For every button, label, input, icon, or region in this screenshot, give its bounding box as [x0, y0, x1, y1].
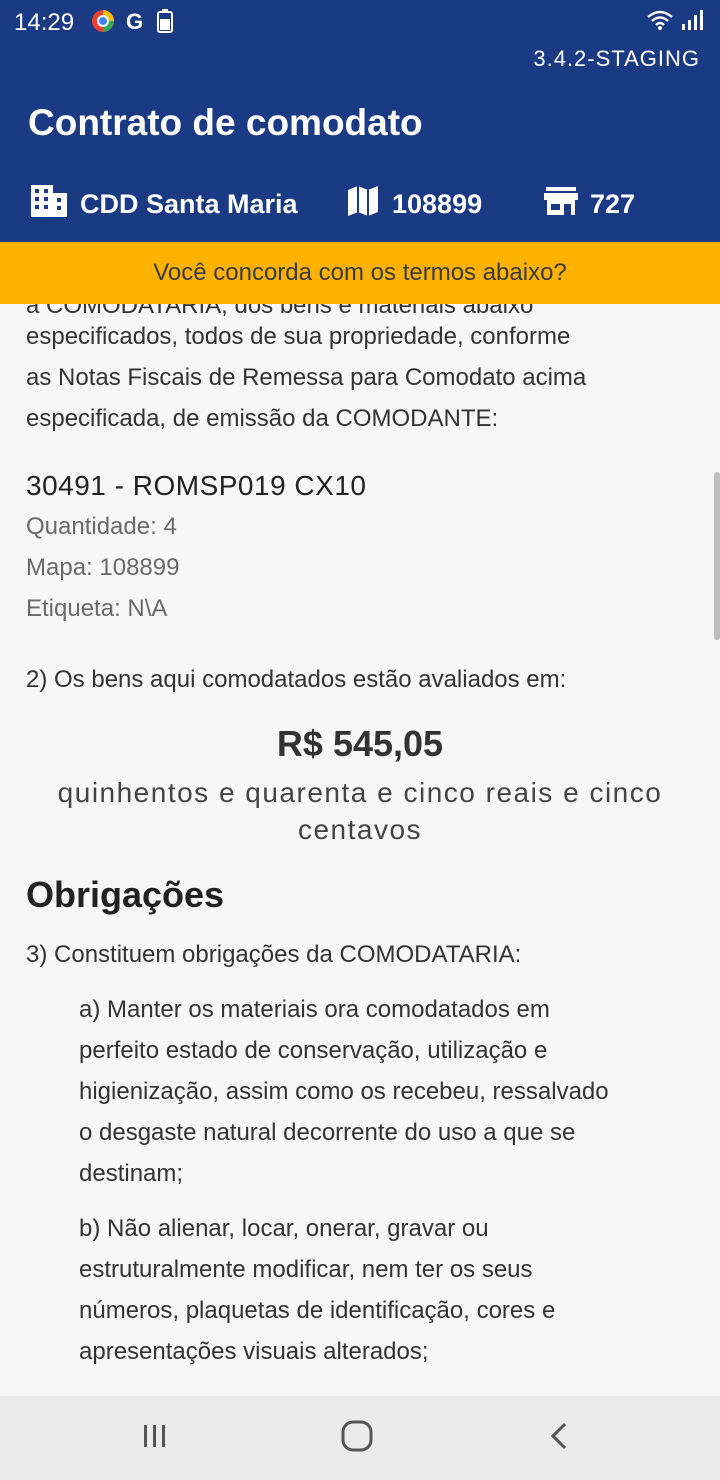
- item-map: Mapa: 108899: [26, 554, 180, 581]
- contract-scroll-area[interactable]: a COMODATARIA, dos bens e materiais abai…: [0, 304, 720, 1396]
- recent-apps-button[interactable]: [125, 1416, 185, 1460]
- sub-a-line-2: perfeito estado de conservação, utilizaç…: [79, 1037, 548, 1064]
- status-icons-left: G: [90, 8, 174, 39]
- google-icon: G: [124, 9, 148, 38]
- price-words-1: quinhentos e quarenta e cinco reais e ci…: [57, 777, 663, 808]
- price-value: R$ 545,05: [276, 723, 444, 764]
- item-title: 30491 - ROMSP019 CX10: [26, 470, 367, 501]
- home-button[interactable]: [327, 1416, 387, 1460]
- location-info: CDD Santa Maria: [30, 180, 298, 228]
- map-info: 108899: [346, 180, 482, 228]
- map-number: 108899: [392, 188, 483, 219]
- sub-a-line-5: destinam;: [79, 1160, 184, 1187]
- terms-question-banner: Você concorda com os termos abaixo?: [0, 242, 720, 304]
- intro-line-2: as Notas Fiscais de Remessa para Comodat…: [26, 364, 587, 391]
- clause-2: 2) Os bens aqui comodatados estão avalia…: [26, 666, 567, 693]
- intro-line-3: especificada, de emissão da COMODANTE:: [26, 405, 499, 432]
- header-info-row: CDD Santa Maria 108899 727: [0, 180, 720, 228]
- item-label: Etiqueta: N\A: [26, 595, 168, 622]
- sub-a-line-3: higienização, assim como os recebeu, res…: [79, 1078, 609, 1105]
- sub-b-line-4: apresentações visuais alterados;: [79, 1338, 429, 1365]
- map-icon: [346, 184, 380, 225]
- recent-apps-icon: [140, 1422, 170, 1455]
- store-info: 727: [544, 180, 635, 228]
- sub-b-line-1: b) Não alienar, locar, onerar, gravar ou: [79, 1215, 489, 1242]
- wifi-icon: [646, 9, 674, 36]
- sub-b-line-2: estruturalmente modificar, nem ter os se…: [79, 1256, 533, 1283]
- back-icon: [547, 1421, 571, 1456]
- scrollbar[interactable]: [714, 472, 720, 640]
- home-icon: [340, 1419, 374, 1458]
- sub-a-line-1: a) Manter os materiais ora comodatados e…: [79, 996, 550, 1023]
- section-title-obligations: Obrigações: [26, 874, 225, 915]
- app-header: 14:29 G 3.4.2-STAGING Contrato de comoda…: [0, 0, 720, 242]
- status-time: 14:29: [14, 9, 75, 36]
- store-number: 727: [590, 188, 636, 219]
- battery-saver-icon: [156, 9, 174, 38]
- intro-line-1: especificados, todos de sua propriedade,…: [26, 323, 571, 350]
- building-icon: [30, 184, 68, 225]
- price-words-2: centavos: [297, 814, 423, 845]
- sub-b-line-3: números, plaquetas de identificação, cor…: [79, 1297, 556, 1324]
- status-icons-right: [646, 9, 706, 36]
- back-button[interactable]: [529, 1416, 589, 1460]
- store-icon: [544, 185, 578, 224]
- page-title: Contrato de comodato: [28, 102, 423, 143]
- item-quantity: Quantidade: 4: [26, 513, 177, 540]
- browser-icon: [90, 8, 116, 39]
- clause-3: 3) Constituem obrigações da COMODATARIA:: [26, 941, 522, 968]
- signal-icon: [680, 9, 706, 36]
- svg-text:G: G: [126, 9, 143, 33]
- app-version: 3.4.2-STAGING: [533, 46, 700, 71]
- system-nav-bar: [0, 1396, 720, 1480]
- location-name: CDD Santa Maria: [80, 188, 298, 219]
- sub-a-line-4: o desgaste natural decorrente do uso a q…: [79, 1119, 576, 1146]
